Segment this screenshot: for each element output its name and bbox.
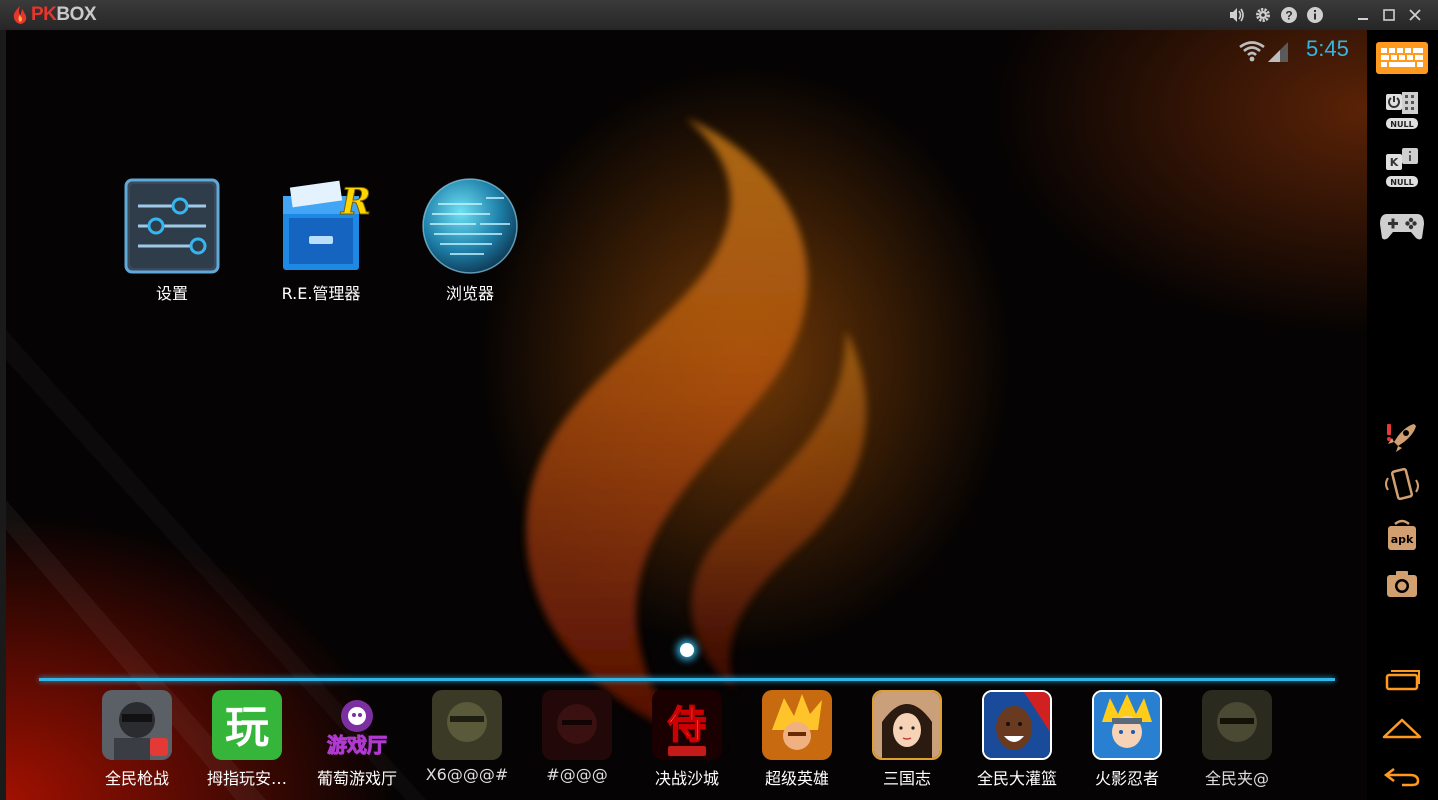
- game-icon: [982, 690, 1052, 760]
- game-icon: [1092, 690, 1162, 760]
- dock-app-label: 全民大灌篮: [976, 769, 1057, 788]
- svg-text:侍: 侍: [667, 702, 706, 747]
- game-icon: [432, 690, 502, 760]
- volume-icon[interactable]: [1226, 4, 1248, 26]
- shake-button[interactable]: [1375, 464, 1429, 508]
- back-button[interactable]: [1375, 754, 1429, 798]
- keyboard-button[interactable]: [1375, 36, 1429, 80]
- game-icon: [542, 690, 612, 760]
- dock-app-label: 葡萄游戏厅: [316, 769, 397, 788]
- logo-pk-text: PK: [31, 4, 57, 25]
- app-browser[interactable]: 浏览器: [405, 176, 535, 304]
- dock-app[interactable]: #@@@: [522, 690, 632, 784]
- help-icon[interactable]: ?: [1278, 4, 1300, 26]
- dock-app[interactable]: 玩 拇指玩安…: [192, 690, 302, 789]
- screenshot-button[interactable]: [1375, 562, 1429, 606]
- game-icon: 侍: [652, 690, 722, 760]
- logo-box-text: BOX: [56, 4, 97, 25]
- settings-icon: [122, 176, 222, 276]
- dock-app-label: 全民枪战: [104, 769, 169, 788]
- recent-apps-button[interactable]: [1375, 658, 1429, 702]
- title-bar: PKBOX ?: [0, 0, 1438, 30]
- gamepad-icon: [1380, 214, 1424, 240]
- maximize-icon[interactable]: [1378, 4, 1400, 26]
- svg-text:K: K: [1390, 156, 1399, 169]
- game-icon: [762, 690, 832, 760]
- game-icon: 游戏厅: [322, 690, 392, 760]
- home-icon: [1382, 718, 1422, 739]
- dock-app[interactable]: 火影忍者: [1072, 690, 1182, 789]
- game-icon: 玩: [212, 690, 282, 760]
- keymap-power-button[interactable]: NULL: [1375, 88, 1429, 132]
- svg-text:玩: 玩: [225, 702, 269, 753]
- close-icon[interactable]: [1404, 4, 1426, 26]
- null-label: NULL: [1390, 178, 1413, 187]
- svg-text:?: ?: [1285, 9, 1292, 23]
- camera-icon: [1387, 571, 1417, 597]
- dock-app[interactable]: 游戏厅 葡萄游戏厅: [302, 690, 412, 789]
- page-indicator: [680, 643, 694, 657]
- dock-app[interactable]: X6@@@#: [412, 690, 522, 784]
- status-clock: 5:45: [1306, 36, 1349, 61]
- game-icon: [872, 690, 942, 760]
- title-bar-controls: ?: [1226, 0, 1426, 30]
- android-home-screen: 5:45 设置 R R.E.管理器 浏览器 全民枪战 玩 拇指玩安… 游戏厅 葡…: [6, 30, 1367, 800]
- wallpaper-flame: [6, 118, 867, 800]
- keyboard-icon: [1376, 42, 1428, 74]
- pkbox-logo: PKBOX: [12, 2, 97, 28]
- dock-app-label: #@@@: [546, 765, 608, 784]
- info-icon[interactable]: [1304, 4, 1326, 26]
- dock-divider: [39, 678, 1335, 681]
- app-label: 设置: [155, 284, 188, 303]
- gear-icon[interactable]: [1252, 4, 1274, 26]
- dock-app-label: 超级英雄: [764, 769, 829, 788]
- dock-app-label: X6@@@#: [425, 765, 509, 784]
- dock-app[interactable]: 超级英雄: [742, 690, 852, 789]
- emulator-sidebar: NULL K NULL apk: [1367, 30, 1438, 800]
- gamepad-button[interactable]: [1375, 204, 1429, 248]
- recent-apps-icon: [1385, 670, 1420, 691]
- apk-icon: apk: [1388, 519, 1416, 550]
- home-button[interactable]: [1375, 706, 1429, 750]
- keymap-key-button[interactable]: K NULL: [1375, 146, 1429, 190]
- install-apk-button[interactable]: apk: [1375, 514, 1429, 558]
- app-settings[interactable]: 设置: [107, 176, 237, 304]
- dock-app[interactable]: 全民大灌篮: [962, 690, 1072, 789]
- apk-label: apk: [1391, 533, 1414, 546]
- dock-app[interactable]: 侍 决战沙城: [632, 690, 742, 789]
- svg-text:R: R: [340, 181, 371, 223]
- shake-phone-icon: [1385, 467, 1419, 501]
- file-manager-icon: R: [271, 176, 371, 276]
- browser-globe-icon: [420, 176, 520, 276]
- power-keymap-icon: NULL: [1386, 92, 1418, 129]
- app-label: 浏览器: [445, 284, 494, 303]
- dock-app[interactable]: 全民枪战: [82, 690, 192, 789]
- app-label: R.E.管理器: [281, 284, 361, 303]
- null-label: NULL: [1390, 120, 1413, 129]
- svg-text:游戏厅: 游戏厅: [327, 733, 387, 757]
- dock-app-label: 决战沙城: [654, 769, 719, 788]
- dock-app[interactable]: 全民夹@: [1182, 690, 1292, 789]
- dock-app[interactable]: 三国志: [852, 690, 962, 789]
- minimize-icon[interactable]: [1352, 4, 1374, 26]
- speedup-button[interactable]: [1375, 416, 1429, 460]
- back-arrow-icon: [1383, 768, 1420, 787]
- dock-app-label: 三国志: [882, 769, 931, 788]
- flame-logo-icon: [13, 6, 27, 24]
- dock-app-label: 全民夹@: [1204, 769, 1269, 788]
- dock-app-label: 火影忍者: [1094, 769, 1159, 788]
- game-icon: [102, 690, 172, 760]
- app-re-manager[interactable]: R R.E.管理器: [256, 176, 386, 304]
- rocket-icon: [1387, 424, 1416, 452]
- wifi-signal-icon: [1238, 38, 1290, 68]
- game-icon: [1202, 690, 1272, 760]
- key-keymap-icon: K NULL: [1386, 148, 1418, 187]
- dock-app-label: 拇指玩安…: [206, 769, 287, 788]
- app-dock: 全民枪战 玩 拇指玩安… 游戏厅 葡萄游戏厅 X6@@@# #@@@ 侍 决战沙…: [6, 690, 1367, 800]
